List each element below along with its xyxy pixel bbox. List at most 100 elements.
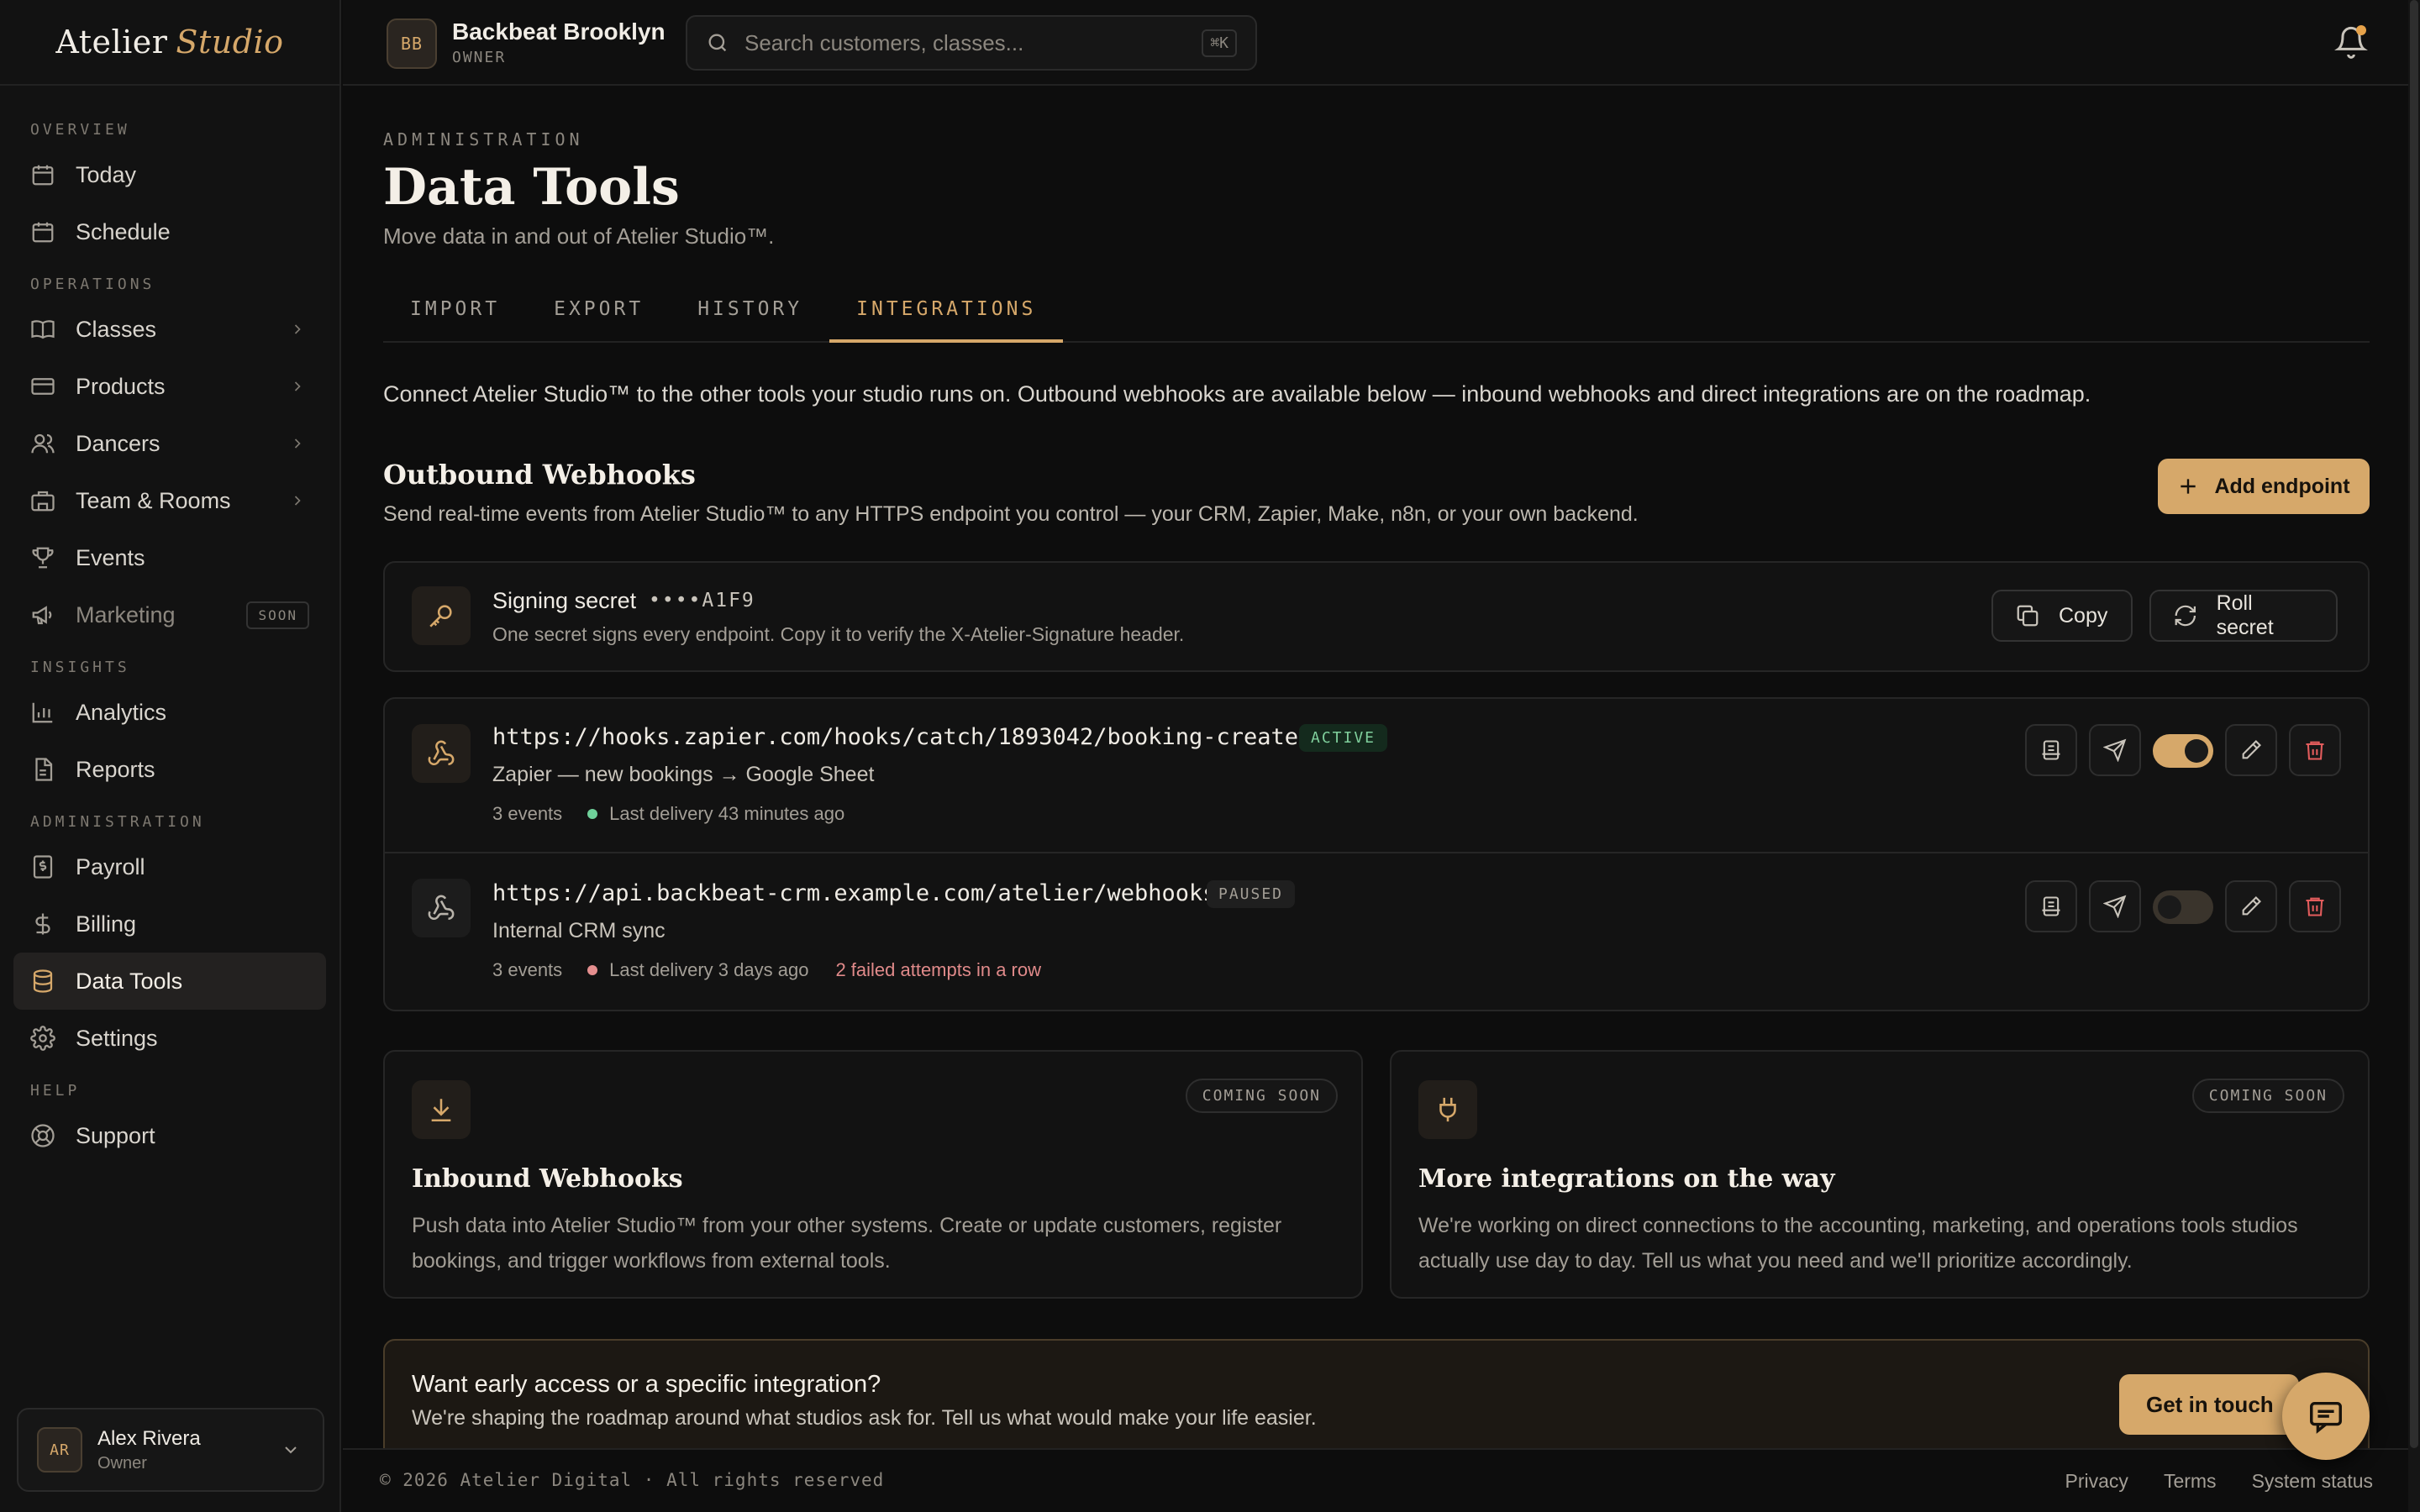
footer-links: Privacy Terms System status (2030, 1470, 2373, 1493)
tab-integrations[interactable]: INTEGRATIONS (829, 276, 1064, 343)
sidebar-item-support[interactable]: Support (13, 1107, 326, 1164)
endpoint-name: Zapier — new bookings → Google Sheet (492, 763, 875, 786)
sidebar: Atelier Studio OVERVIEW Today Schedule OP… (0, 0, 341, 1512)
nav-section-label: INSIGHTS (30, 659, 130, 676)
endpoint-enabled-toggle[interactable] (2153, 734, 2213, 768)
add-endpoint-label: Add endpoint (2214, 474, 2350, 498)
key-icon-box (412, 586, 471, 645)
sidebar-item-today[interactable]: Today (13, 146, 326, 203)
download-icon (431, 1099, 451, 1122)
endpoint-url[interactable]: https://api.backbeat-crm.example.com/ate… (492, 880, 1217, 906)
tab-import[interactable]: IMPORT (383, 276, 527, 343)
scrollbar[interactable] (2408, 0, 2420, 1512)
endpoints-card: https://hooks.zapier.com/hooks/catch/189… (383, 697, 2370, 1011)
chat-button[interactable] (2282, 1373, 2370, 1460)
bar-chart-icon (32, 702, 53, 723)
sidebar-item-marketing[interactable]: Marketing SOON (13, 586, 326, 643)
footer-link-terms[interactable]: Terms (2164, 1470, 2217, 1493)
user-menu[interactable]: AR Alex Rivera Owner (17, 1408, 324, 1492)
notifications-button[interactable] (2334, 25, 2368, 59)
user-name: Alex Rivera (97, 1426, 201, 1450)
delete-endpoint-button[interactable] (2289, 880, 2341, 932)
brand-logo[interactable]: Atelier Studio (0, 0, 339, 86)
sidebar-item-schedule[interactable]: Schedule (13, 203, 326, 260)
search-bar[interactable]: ⌘K (686, 15, 1257, 71)
sidebar-item-team-rooms[interactable]: Team & Rooms (13, 472, 326, 529)
logs-icon (2042, 896, 2060, 916)
sidebar-item-data-tools[interactable]: Data Tools (13, 953, 326, 1010)
endpoint-url[interactable]: https://hooks.zapier.com/hooks/catch/189… (492, 724, 1312, 750)
coming-soon-badge: COMING SOON (1185, 1079, 1338, 1113)
sidebar-nav: OVERVIEW Today Schedule OPERATIONS Class… (0, 86, 339, 1164)
sidebar-item-label: Dancers (76, 430, 160, 456)
integrations-intro: Connect Atelier Studio™ to the other too… (383, 381, 2091, 407)
sidebar-item-analytics[interactable]: Analytics (13, 684, 326, 741)
footer-link-privacy[interactable]: Privacy (2065, 1470, 2128, 1493)
avatar: AR (37, 1427, 82, 1473)
sidebar-item-dancers[interactable]: Dancers (13, 415, 326, 472)
main-content: ADMINISTRATION Data Tools Move data in a… (383, 86, 2370, 1448)
sidebar-item-label: Marketing (76, 601, 176, 627)
early-access-banner: Want early access or a specific integrat… (383, 1339, 2370, 1448)
view-logs-button[interactable] (2025, 724, 2077, 776)
sidebar-item-label: Settings (76, 1025, 158, 1051)
trash-icon (2306, 741, 2324, 760)
copyright: © 2026 Atelier Digital · All rights rese… (380, 1470, 885, 1490)
dollar-icon (35, 913, 50, 935)
sidebar-item-reports[interactable]: Reports (13, 741, 326, 798)
send-test-button[interactable] (2089, 880, 2141, 932)
megaphone-icon (32, 606, 52, 625)
sidebar-item-events[interactable]: Events (13, 529, 326, 586)
endpoint-failures: 2 failed attempts in a row (835, 959, 1042, 980)
nav-section-label: OVERVIEW (30, 121, 130, 139)
delete-endpoint-button[interactable] (2289, 724, 2341, 776)
toggle-knob (2158, 895, 2181, 919)
sidebar-item-payroll[interactable]: Payroll (13, 838, 326, 895)
notification-dot (2356, 25, 2366, 35)
coming-title: More integrations on the way (1418, 1164, 1835, 1194)
copy-secret-button[interactable]: Copy (1991, 590, 2133, 642)
scrollbar-thumb[interactable] (2410, 0, 2418, 1448)
tab-export[interactable]: EXPORT (527, 276, 671, 343)
studio-avatar[interactable]: BB (387, 18, 437, 69)
card-icon (31, 378, 55, 395)
sidebar-item-billing[interactable]: Billing (13, 895, 326, 953)
sidebar-item-label: Reports (76, 756, 155, 782)
add-endpoint-button[interactable]: Add endpoint (2158, 459, 2370, 514)
endpoint-enabled-toggle[interactable] (2153, 890, 2213, 924)
plus-icon (2181, 479, 2196, 494)
studio-role: OWNER (452, 49, 507, 66)
cta-body: We're shaping the roadmap around what st… (412, 1406, 1317, 1430)
toggle-knob (2185, 739, 2208, 763)
edit-endpoint-button[interactable] (2225, 724, 2277, 776)
webhooks-title: Outbound Webhooks (383, 459, 696, 491)
footer-link-system-status[interactable]: System status (2252, 1470, 2373, 1493)
send-icon (2103, 738, 2127, 762)
roll-secret-button[interactable]: Roll secret (2149, 590, 2338, 642)
sidebar-item-products[interactable]: Products (13, 358, 326, 415)
cta-title: Want early access or a specific integrat… (412, 1371, 881, 1398)
endpoint-row: https://api.backbeat-crm.example.com/ate… (385, 855, 2368, 1011)
nav-section-label: OPERATIONS (30, 276, 155, 293)
webhooks-subtitle: Send real-time events from Atelier Studi… (383, 502, 1639, 526)
lifebuoy-icon (31, 1124, 55, 1147)
get-in-touch-button[interactable]: Get in touch (2119, 1374, 2299, 1435)
studio-name[interactable]: Backbeat Brooklyn (452, 18, 666, 45)
send-icon (2103, 895, 2127, 918)
nav-section-label: HELP (30, 1082, 81, 1100)
tab-history[interactable]: HISTORY (671, 276, 829, 343)
document-icon (35, 758, 53, 781)
sidebar-item-classes[interactable]: Classes (13, 301, 326, 358)
search-input[interactable] (744, 29, 1181, 56)
view-logs-button[interactable] (2025, 880, 2077, 932)
chevron-right-icon (294, 438, 301, 449)
endpoint-last-delivery: Last delivery 3 days ago (609, 959, 809, 980)
signing-secret-card: Signing secret ••••A1F9 One secret signs… (383, 561, 2370, 672)
chevron-right-icon (294, 381, 301, 391)
edit-endpoint-button[interactable] (2225, 880, 2277, 932)
send-test-button[interactable] (2089, 724, 2141, 776)
topbar: BB Backbeat Brooklyn OWNER ⌘K (343, 0, 2420, 86)
delivery-status-dot (587, 965, 598, 975)
sidebar-item-settings[interactable]: Settings (13, 1010, 326, 1067)
tab-bar: IMPORT EXPORT HISTORY INTEGRATIONS (383, 276, 2370, 343)
